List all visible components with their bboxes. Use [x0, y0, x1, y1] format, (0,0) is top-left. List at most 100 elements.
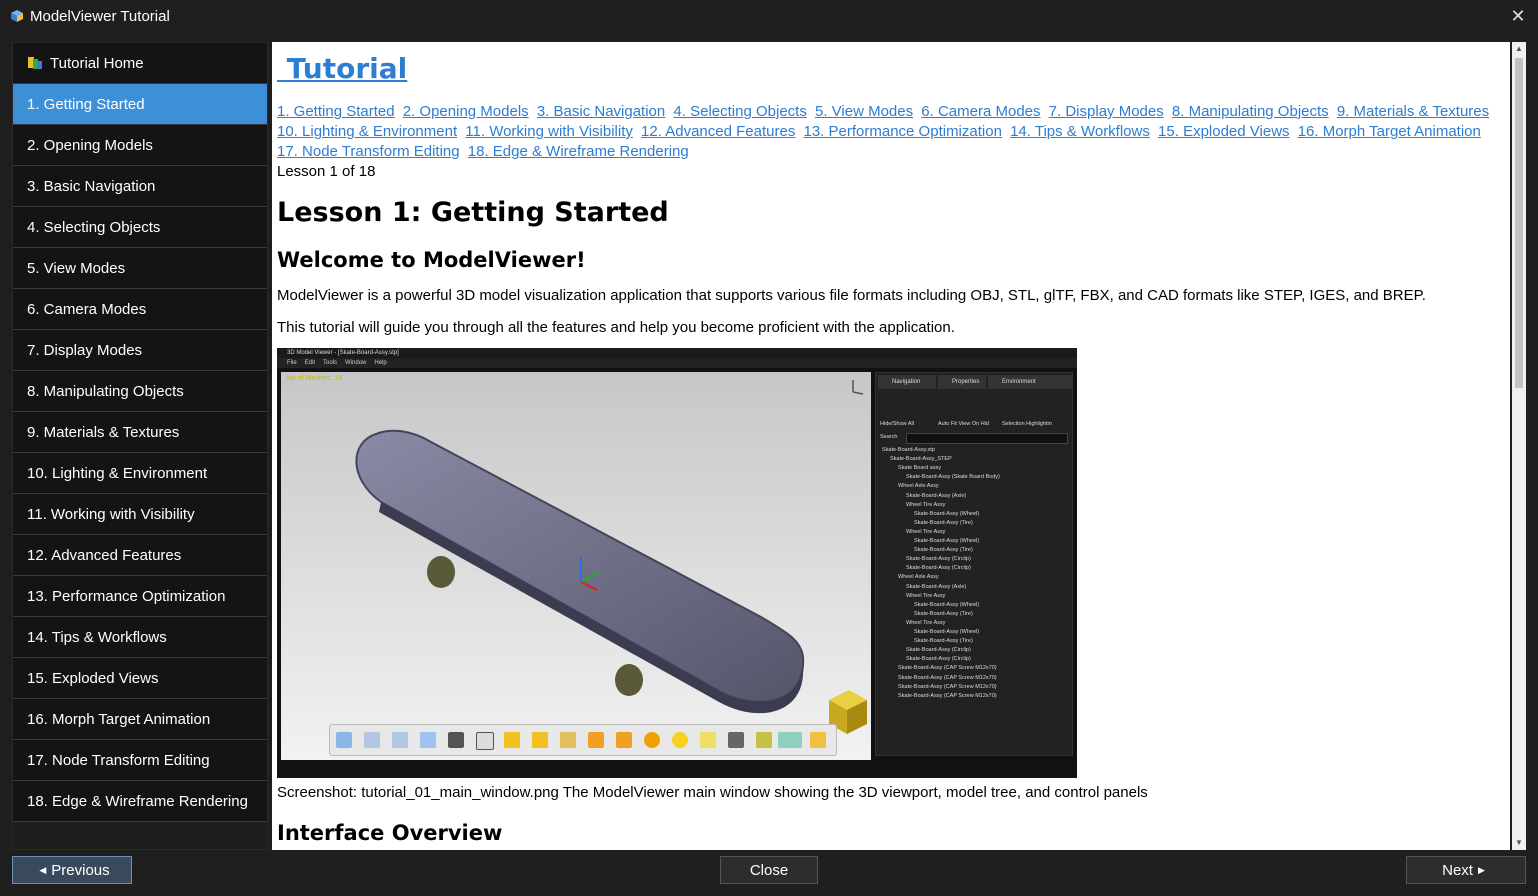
- screenshot-tree-node: Skate-Board-Assy_STEP: [890, 456, 952, 463]
- sidebar-item-label: 10. Lighting & Environment: [27, 464, 208, 482]
- sidebar-item-lesson-5[interactable]: 5. View Modes: [13, 248, 267, 289]
- guide-paragraph: This tutorial will guide you through all…: [277, 319, 955, 336]
- sidebar-item-lesson-9[interactable]: 9. Materials & Textures: [13, 412, 267, 453]
- tool-explode-icon[interactable]: [728, 732, 744, 748]
- content-scrollbar[interactable]: ▲ ▼: [1512, 42, 1526, 850]
- close-label: Close: [749, 861, 789, 879]
- lesson-link-10[interactable]: 10. Lighting & Environment: [277, 123, 457, 140]
- lesson-link-11[interactable]: 11. Working with Visibility: [465, 123, 633, 140]
- tool-selected-icon[interactable]: [778, 732, 802, 748]
- tool-outline-icon[interactable]: [700, 732, 716, 748]
- sidebar-item-lesson-8[interactable]: 8. Manipulating Objects: [13, 371, 267, 412]
- lesson-link-18[interactable]: 18. Edge & Wireframe Rendering: [468, 143, 689, 160]
- lesson-link-9[interactable]: 9. Materials & Textures: [1337, 103, 1489, 120]
- lesson-link-15[interactable]: 15. Exploded Views: [1158, 123, 1289, 140]
- sidebar-item-label: 12. Advanced Features: [27, 546, 182, 564]
- sidebar-item-lesson-15[interactable]: 15. Exploded Views: [13, 658, 267, 699]
- lesson-link-14[interactable]: 14. Tips & Workflows: [1010, 123, 1150, 140]
- sidebar-item-label: 3. Basic Navigation: [27, 177, 156, 195]
- screenshot-tree-node: Wheel Tire Assy: [906, 501, 946, 508]
- tool-zoom-icon[interactable]: [364, 732, 380, 748]
- lesson-link-12[interactable]: 12. Advanced Features: [641, 123, 795, 140]
- screenshot-viewport: No of Meshes: 19: [281, 372, 871, 760]
- screenshot-check-item: Selection Highlightin: [1002, 421, 1052, 427]
- lesson-link-1[interactable]: 1. Getting Started: [277, 103, 395, 120]
- sidebar-item-lesson-17[interactable]: 17. Node Transform Editing: [13, 740, 267, 781]
- screenshot-check-item: Auto Fit View On Hid: [938, 421, 989, 427]
- screenshot-tree-node: Skate-Board-Assy (Tire): [914, 547, 973, 554]
- lesson-link-13[interactable]: 13. Performance Optimization: [804, 123, 1002, 140]
- lesson-link-8[interactable]: 8. Manipulating Objects: [1172, 103, 1329, 120]
- tool-sphere-icon[interactable]: [644, 732, 660, 748]
- tool-shaded-icon[interactable]: [504, 732, 520, 748]
- tool-zoom-window-icon[interactable]: [392, 732, 408, 748]
- screenshot-tree-node: Wheel Tire Assy: [906, 619, 946, 626]
- screenshot-tree-node: Skate-Board-Assy.stp: [882, 447, 935, 453]
- sidebar-item-lesson-16[interactable]: 16. Morph Target Animation: [13, 699, 267, 740]
- sidebar-item-label: 15. Exploded Views: [27, 669, 159, 687]
- lesson-title: Lesson 1: Getting Started: [277, 197, 669, 228]
- screenshot-search-input[interactable]: [906, 433, 1068, 444]
- previous-button[interactable]: ◀ Previous: [12, 856, 132, 884]
- lesson-link-6[interactable]: 6. Camera Modes: [921, 103, 1040, 120]
- screenshot-tabs: Navigation Properties Environment: [876, 373, 1074, 389]
- tool-screenshot-icon[interactable]: [810, 732, 826, 748]
- screenshot-search-label: Search: [880, 434, 898, 440]
- next-label: Next: [1442, 861, 1473, 879]
- scroll-down-icon[interactable]: ▼: [1514, 838, 1524, 848]
- lesson-link-16[interactable]: 16. Morph Target Animation: [1298, 123, 1481, 140]
- tutorial-heading-link[interactable]: Tutorial: [277, 52, 1510, 86]
- tool-wireframe-icon[interactable]: [476, 732, 494, 750]
- sidebar-item-lesson-6[interactable]: 6. Camera Modes: [13, 289, 267, 330]
- lesson-link-2[interactable]: 2. Opening Models: [403, 103, 529, 120]
- tool-box2-icon[interactable]: [616, 732, 632, 748]
- skateboard-render: [355, 380, 867, 734]
- scroll-thumb[interactable]: [1515, 58, 1523, 388]
- screenshot-tree-node: Skate-Board-Assy (Wheel): [914, 601, 980, 608]
- sidebar-item-label: 13. Performance Optimization: [27, 587, 226, 605]
- screenshot-tab: Navigation: [878, 375, 936, 389]
- sidebar-item-lesson-11[interactable]: 11. Working with Visibility: [13, 494, 267, 535]
- sidebar-item-lesson-3[interactable]: 3. Basic Navigation: [13, 166, 267, 207]
- close-window-icon[interactable]: ✕: [1508, 6, 1528, 26]
- sidebar-item-lesson-18[interactable]: 18. Edge & Wireframe Rendering: [13, 781, 267, 822]
- window-title: ModelViewer Tutorial: [30, 7, 170, 25]
- tool-camera-icon[interactable]: [448, 732, 464, 748]
- sidebar-item-lesson-14[interactable]: 14. Tips & Workflows: [13, 617, 267, 658]
- lesson-link-4[interactable]: 4. Selecting Objects: [673, 103, 806, 120]
- cube-app-icon: [11, 10, 23, 22]
- lesson-link-17[interactable]: 17. Node Transform Editing: [277, 143, 460, 160]
- sidebar-item-lesson-13[interactable]: 13. Performance Optimization: [13, 576, 267, 617]
- tool-grid-icon[interactable]: [560, 732, 576, 748]
- close-button[interactable]: Close: [720, 856, 818, 884]
- sidebar-item-lesson-7[interactable]: 7. Display Modes: [13, 330, 267, 371]
- sidebar-item-lesson-10[interactable]: 10. Lighting & Environment: [13, 453, 267, 494]
- screenshot-tab: Environment: [988, 375, 1072, 389]
- main-window-screenshot: 3D Model Viewer - [Skate-Board-Assy.stp]…: [277, 348, 1077, 778]
- sidebar-item-lesson-2[interactable]: 2. Opening Models: [13, 125, 267, 166]
- screenshot-tree-node: Skate-Board-Assy (CAP Screw M12x70): [898, 674, 997, 681]
- tool-home-icon[interactable]: [336, 732, 352, 748]
- tool-pan-icon[interactable]: [420, 732, 436, 748]
- screenshot-tree-node: Skate-Board-Assy (Wheel): [914, 629, 980, 635]
- screenshot-tree-node: Skate-Board-Assy (CAP Screw M12x70): [898, 683, 997, 690]
- screenshot-tree-node: Wheel Tire Assy: [906, 592, 946, 599]
- sidebar-item-home[interactable]: Tutorial Home: [13, 43, 267, 84]
- screenshot-tree-node: Skate Board assy: [898, 465, 942, 472]
- sidebar-item-lesson-1[interactable]: 1. Getting Started: [13, 84, 267, 125]
- tool-shaded-edges-icon[interactable]: [532, 732, 548, 748]
- scroll-up-icon[interactable]: ▲: [1514, 44, 1524, 54]
- tool-box-icon[interactable]: [588, 732, 604, 748]
- sidebar-item-lesson-4[interactable]: 4. Selecting Objects: [13, 207, 267, 248]
- tutorial-heading-text: Tutorial: [286, 52, 408, 85]
- sidebar-item-lesson-12[interactable]: 12. Advanced Features: [13, 535, 267, 576]
- screenshot-tree-node: Skate-Board-Assy (Tire): [914, 519, 973, 526]
- lesson-link-7[interactable]: 7. Display Modes: [1049, 103, 1164, 120]
- screenshot-tree-node: Skate-Board-Assy (Circlip): [906, 565, 971, 572]
- lesson-link-3[interactable]: 3. Basic Navigation: [537, 103, 665, 120]
- next-button[interactable]: Next ▶: [1406, 856, 1526, 884]
- sidebar-item-label: 16. Morph Target Animation: [27, 710, 211, 728]
- tool-material-icon[interactable]: [756, 732, 772, 748]
- lesson-link-5[interactable]: 5. View Modes: [815, 103, 913, 120]
- tool-light-icon[interactable]: [672, 732, 688, 748]
